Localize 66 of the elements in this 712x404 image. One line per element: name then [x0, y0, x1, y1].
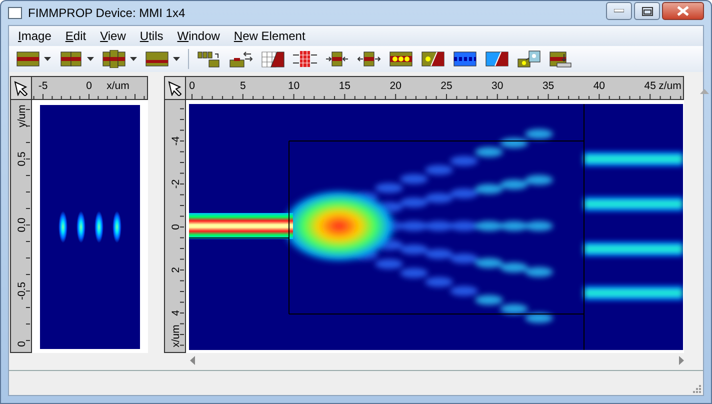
maximize-icon [642, 6, 652, 16]
waveguide-dots-icon [389, 50, 413, 68]
ruler-tick-label: 20 [390, 80, 402, 92]
menu-item[interactable]: Edit [58, 29, 94, 43]
split-taper-icon [485, 50, 509, 68]
caret-icon [130, 57, 137, 61]
pointer-icon [13, 80, 29, 96]
close-button[interactable] [662, 2, 704, 20]
pointer-tool-button[interactable] [164, 76, 186, 100]
pointer-icon [167, 80, 183, 96]
ruler-tick-label: -2 [170, 179, 182, 189]
menu-item[interactable]: Image [11, 29, 58, 43]
pointer-tool-button[interactable] [10, 76, 32, 100]
ruler-tick-label: -0.5 [16, 282, 28, 300]
ruler-tick-label: 2 [170, 267, 182, 273]
ruler-tick-label: -4 [170, 136, 182, 146]
ruler-tick-label: 0.5 [16, 152, 28, 166]
waveguide-arrows-out-icon [357, 50, 381, 68]
ruler-tick-label: 15 [338, 80, 351, 92]
menu-item[interactable]: New Element [226, 29, 312, 43]
waveguide-export-icon [549, 50, 573, 68]
blocks-join-icon [197, 50, 221, 68]
device-computer-icon [517, 50, 541, 68]
scroll-right-arrow-icon[interactable] [679, 356, 685, 364]
window-title: FIMMPROP Device: MMI 1x4 [28, 6, 186, 20]
close-icon [677, 6, 689, 16]
ruler-tick-label: 0 [16, 341, 28, 347]
ruler-unit-label: x/um [170, 324, 182, 348]
split-waveguide-icon [59, 50, 83, 68]
resize-grip-icon[interactable] [691, 383, 701, 393]
app-icon [8, 7, 22, 19]
caret-icon [44, 57, 51, 61]
ruler-unit-label: z/um [658, 80, 682, 92]
ruler-tick-label: 5 [240, 80, 246, 92]
waveguide-arrows-in-icon [325, 50, 349, 68]
ruler-tick-label: 0 [189, 80, 195, 92]
dashed-waveguide-icon [453, 50, 477, 68]
waveguide-icon [16, 50, 40, 68]
menu-item[interactable]: Window [170, 29, 227, 43]
grid-taper-icon [261, 50, 285, 68]
ruler-unit-label: x/um [106, 80, 130, 92]
minimize-icon [614, 9, 624, 13]
ruler-unit-label: y/um [16, 104, 28, 128]
ruler-tick-label: 35 [542, 80, 554, 92]
ruler-tick-label: 0.0 [16, 218, 28, 232]
ruler-tick-label: 30 [492, 80, 504, 92]
ruler-tick-label: 45 [644, 80, 656, 92]
ruler-tick-label: -5 [38, 80, 48, 92]
scroll-left-arrow-icon[interactable] [189, 356, 195, 364]
caret-icon [173, 57, 180, 61]
slab-arrows-icon [229, 50, 253, 68]
maximize-button[interactable] [634, 2, 660, 20]
toolbar-button[interactable] [290, 48, 320, 70]
grid-arrows-icon [293, 50, 317, 68]
caret-icon [87, 57, 94, 61]
ruler-tick-label: 40 [593, 80, 606, 92]
minimize-button[interactable] [606, 2, 632, 20]
ruler-tick-label: 0 [86, 80, 92, 92]
ruler-tick-label: 10 [288, 80, 300, 92]
ruler-tick-label: 4 [170, 310, 182, 316]
slab-icon [145, 50, 169, 68]
menu-item[interactable]: View [93, 29, 133, 43]
ruler-tick-label: 25 [440, 80, 452, 92]
segmented-waveguide-icon [102, 50, 126, 68]
menu-item[interactable]: Utils [132, 29, 170, 43]
ruler-tick-label: 0 [170, 224, 182, 230]
